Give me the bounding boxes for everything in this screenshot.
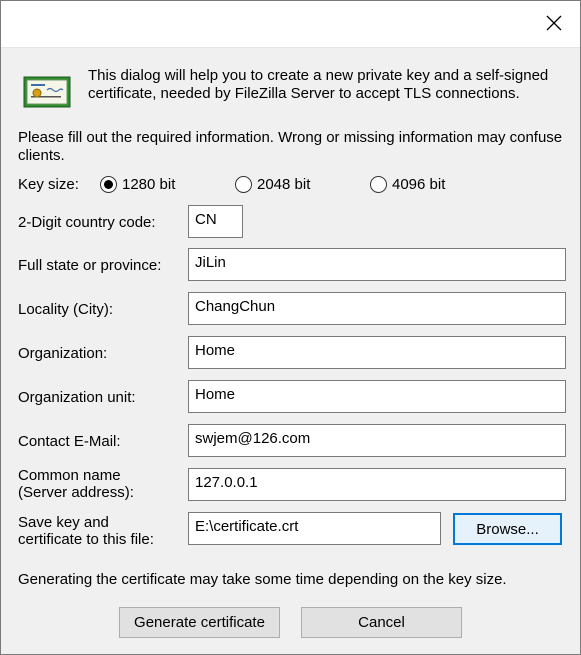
email-input[interactable]: swjem@126.com: [188, 424, 566, 457]
organization-label: Organization:: [18, 345, 108, 362]
common-name-label-line1: Common name: [18, 467, 121, 484]
save-file-label: Save key and certificate to this file:: [18, 514, 154, 548]
radio-2048-label[interactable]: 2048 bit: [257, 176, 310, 194]
email-label: Contact E-Mail:: [18, 433, 121, 450]
radio-2048[interactable]: [235, 176, 252, 193]
org-unit-input[interactable]: Home: [188, 380, 566, 413]
generation-note: Generating the certificate may take some…: [18, 571, 507, 588]
save-file-input[interactable]: E:\certificate.crt: [188, 512, 441, 545]
certificate-icon: [23, 76, 71, 108]
instructions-text: Please fill out the required information…: [18, 129, 563, 164]
key-size-label: Key size:: [18, 176, 79, 193]
state-input[interactable]: JiLin: [188, 248, 566, 281]
country-label: 2-Digit country code:: [18, 214, 156, 231]
radio-1280[interactable]: [100, 176, 117, 193]
browse-button[interactable]: Browse...: [453, 513, 562, 545]
locality-input[interactable]: ChangChun: [188, 292, 566, 325]
radio-4096[interactable]: [370, 176, 387, 193]
common-name-label-line2: (Server address):: [18, 484, 134, 501]
certificate-dialog: This dialog will help you to create a ne…: [0, 0, 581, 655]
generate-certificate-button[interactable]: Generate certificate: [119, 607, 280, 638]
common-name-input[interactable]: 127.0.0.1: [188, 468, 566, 501]
radio-4096-label[interactable]: 4096 bit: [392, 176, 445, 194]
state-label: Full state or province:: [18, 257, 162, 274]
close-button[interactable]: [536, 7, 572, 39]
country-input[interactable]: CN: [188, 205, 243, 238]
save-file-label-line2: certificate to this file:: [18, 531, 154, 548]
close-icon: [546, 15, 562, 31]
intro-text: This dialog will help you to create a ne…: [88, 67, 549, 102]
save-file-label-line1: Save key and: [18, 514, 109, 531]
locality-label: Locality (City):: [18, 301, 114, 318]
title-bar: [1, 1, 580, 48]
org-unit-label: Organization unit:: [18, 389, 136, 406]
radio-1280-label[interactable]: 1280 bit: [122, 176, 175, 194]
common-name-label: Common name (Server address):: [18, 467, 134, 501]
organization-input[interactable]: Home: [188, 336, 566, 369]
cancel-button[interactable]: Cancel: [301, 607, 462, 638]
